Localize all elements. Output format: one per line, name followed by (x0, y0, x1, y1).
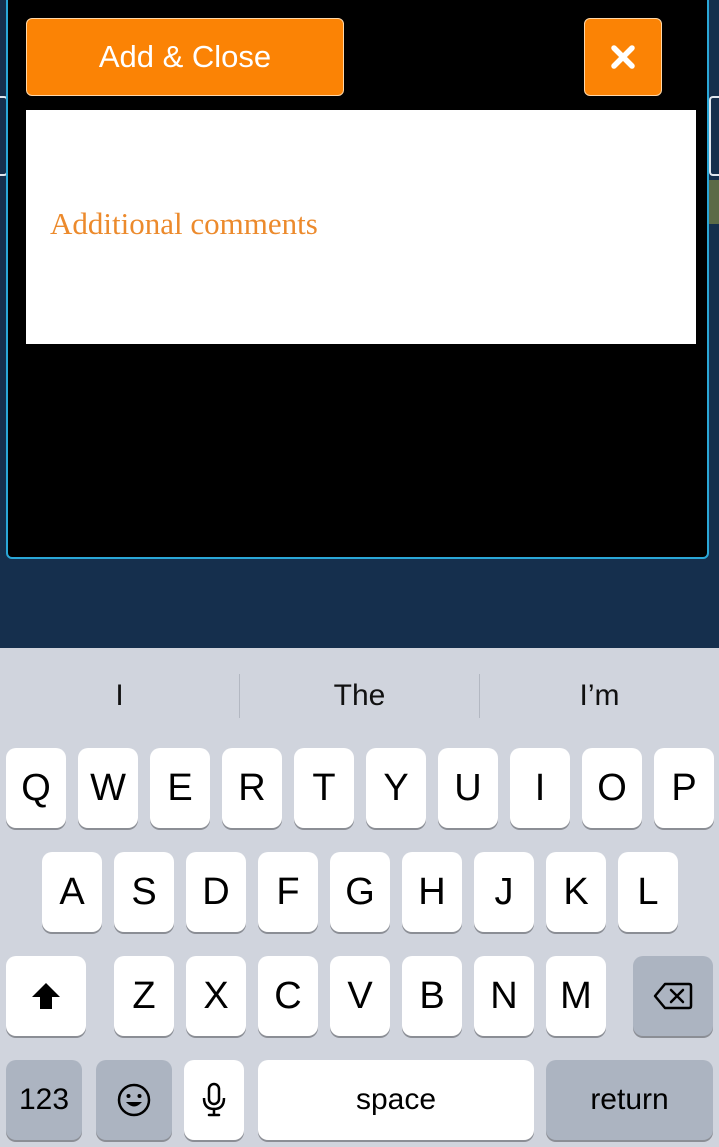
key-r[interactable]: R (222, 748, 282, 828)
add-close-button[interactable]: Add & Close (26, 18, 344, 96)
numbers-key[interactable]: 123 (6, 1060, 82, 1140)
key-i[interactable]: I (510, 748, 570, 828)
key-l[interactable]: L (618, 852, 678, 932)
key-s[interactable]: S (114, 852, 174, 932)
backspace-key[interactable] (633, 956, 713, 1036)
screen: Add & Close I The I’m Q W E R T Y U I O … (0, 0, 719, 1147)
return-key[interactable]: return (546, 1060, 713, 1140)
key-t[interactable]: T (294, 748, 354, 828)
key-u[interactable]: U (438, 748, 498, 828)
additional-comments-input[interactable] (26, 110, 696, 344)
key-b[interactable]: B (402, 956, 462, 1036)
key-v[interactable]: V (330, 956, 390, 1036)
emoji-key[interactable] (96, 1060, 172, 1140)
shift-key[interactable] (6, 956, 86, 1036)
close-button[interactable] (584, 18, 662, 96)
space-key[interactable]: space (258, 1060, 534, 1140)
key-f[interactable]: F (258, 852, 318, 932)
key-c[interactable]: C (258, 956, 318, 1036)
key-m[interactable]: M (546, 956, 606, 1036)
suggestion-1[interactable]: I (0, 670, 239, 722)
backspace-icon (653, 982, 693, 1010)
key-y[interactable]: Y (366, 748, 426, 828)
close-icon (611, 45, 635, 69)
comments-modal: Add & Close (6, 0, 709, 559)
key-k[interactable]: K (546, 852, 606, 932)
predictive-text-bar: I The I’m (0, 648, 719, 744)
emoji-icon (117, 1083, 151, 1117)
background-panel-edge-right (709, 96, 719, 176)
dictation-key[interactable] (184, 1060, 244, 1140)
background-accent (709, 180, 719, 224)
key-h[interactable]: H (402, 852, 462, 932)
key-w[interactable]: W (78, 748, 138, 828)
on-screen-keyboard: I The I’m Q W E R T Y U I O P A S D F G … (0, 648, 719, 1147)
key-a[interactable]: A (42, 852, 102, 932)
key-d[interactable]: D (186, 852, 246, 932)
microphone-icon (202, 1082, 226, 1117)
key-n[interactable]: N (474, 956, 534, 1036)
key-g[interactable]: G (330, 852, 390, 932)
suggestion-3[interactable]: I’m (480, 670, 719, 722)
shift-icon (32, 983, 60, 1009)
key-x[interactable]: X (186, 956, 246, 1036)
key-o[interactable]: O (582, 748, 642, 828)
key-e[interactable]: E (150, 748, 210, 828)
suggestion-2[interactable]: The (240, 670, 479, 722)
key-q[interactable]: Q (6, 748, 66, 828)
key-j[interactable]: J (474, 852, 534, 932)
key-z[interactable]: Z (114, 956, 174, 1036)
key-p[interactable]: P (654, 748, 714, 828)
